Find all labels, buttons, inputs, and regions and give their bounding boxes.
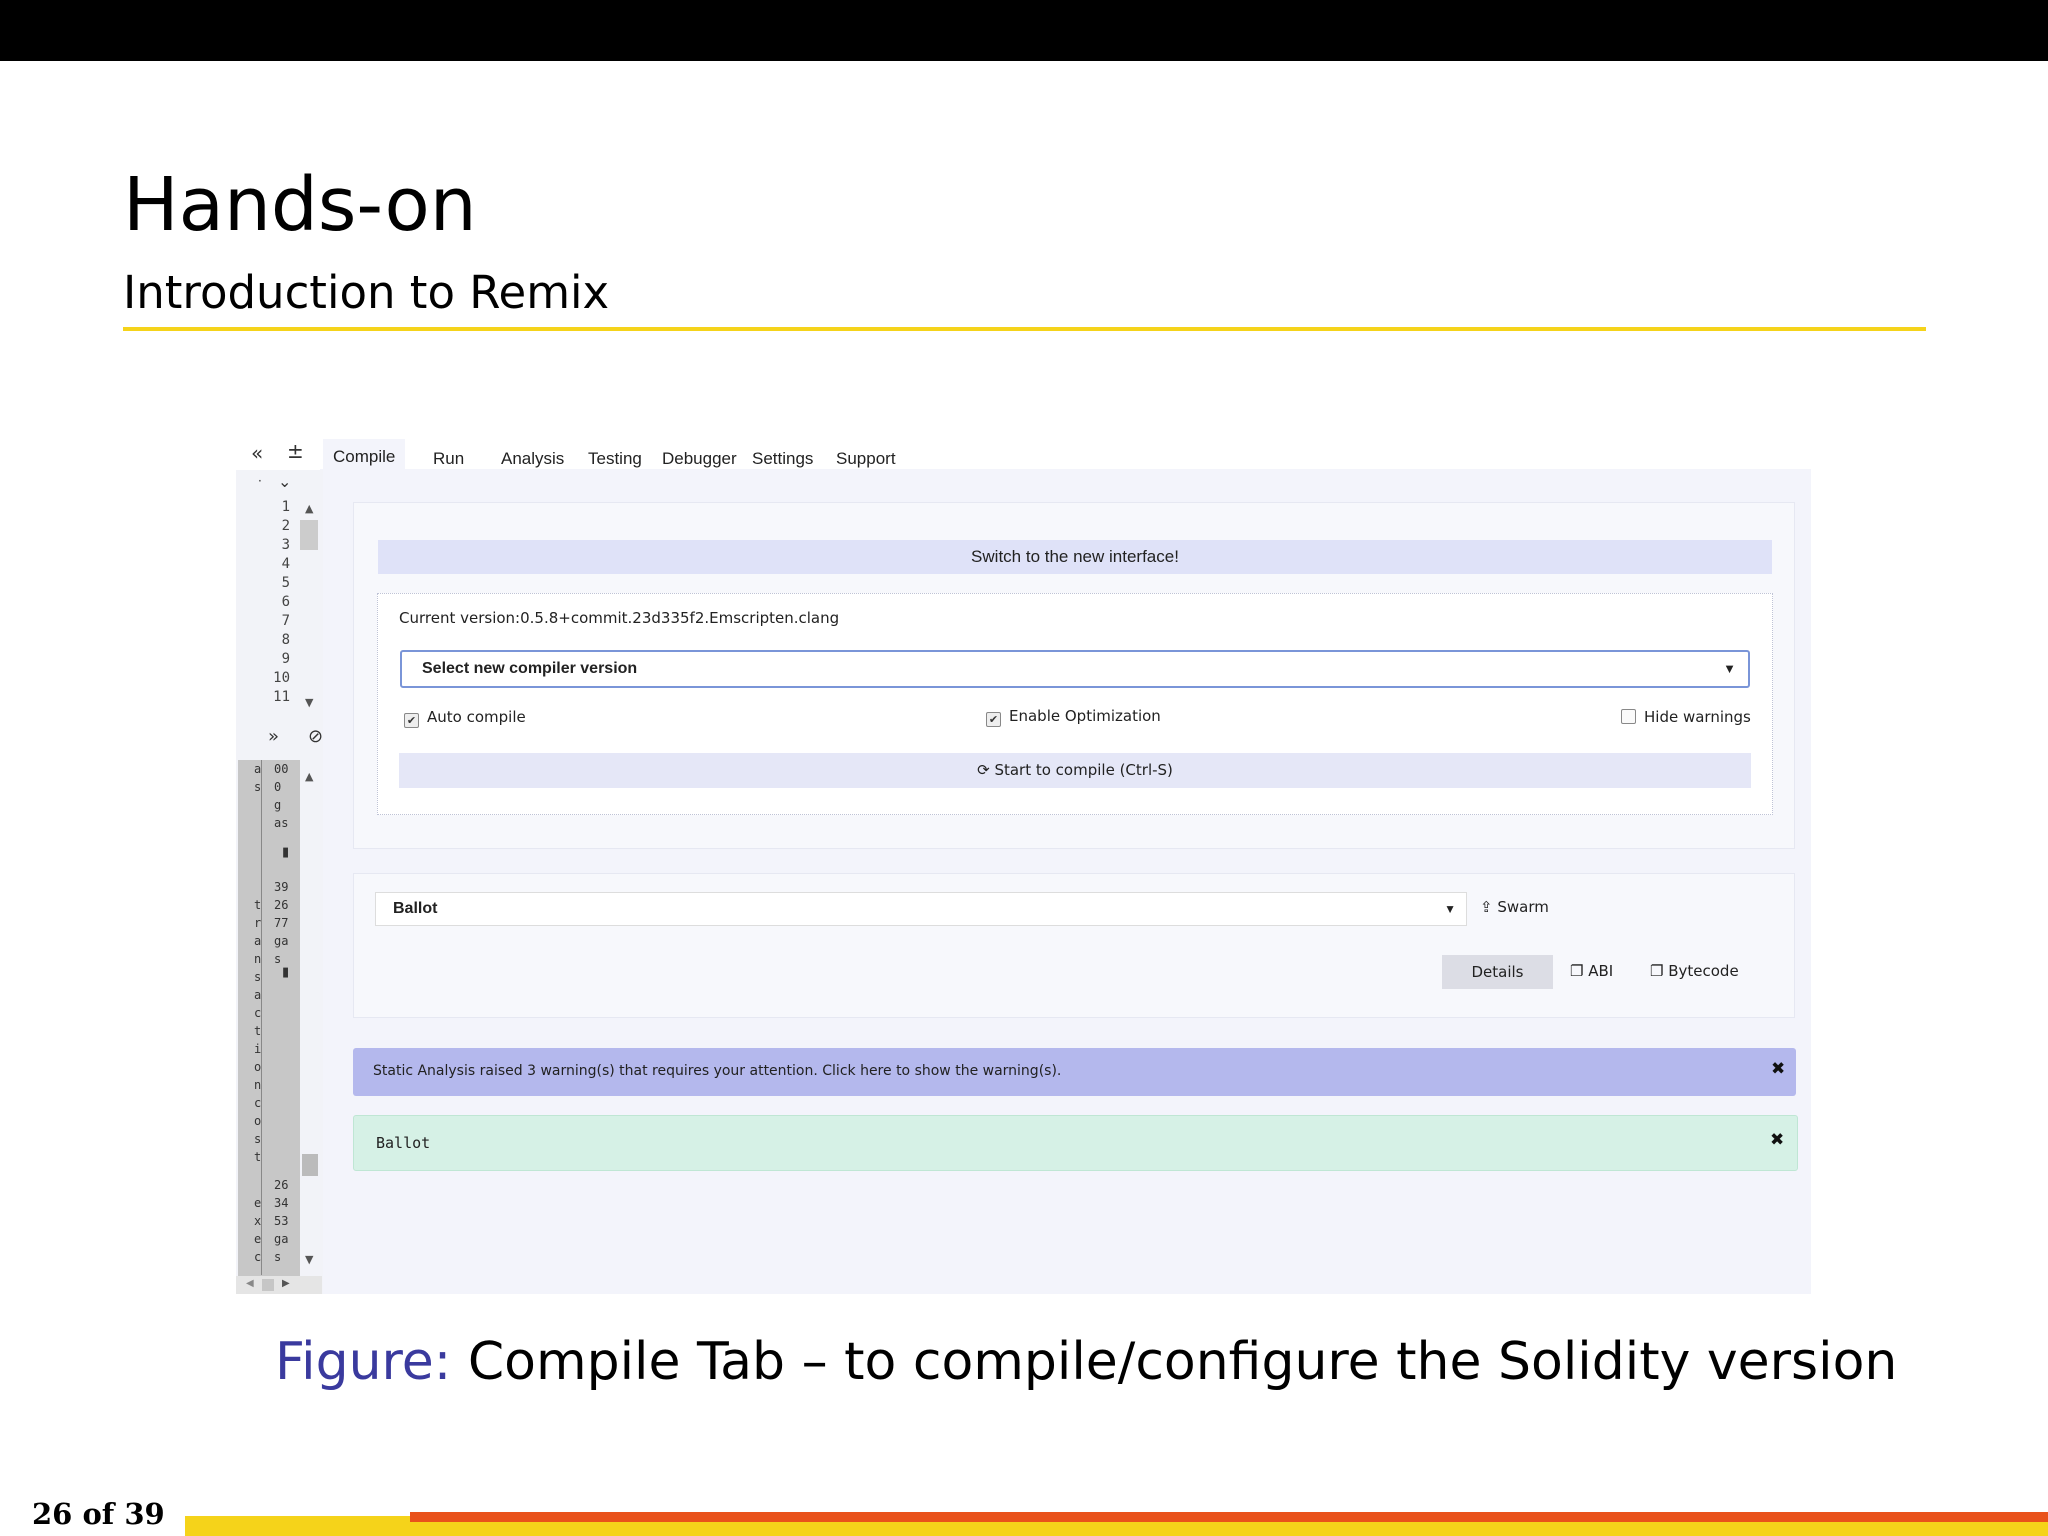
current-version: Current version:0.5.8+commit.23d335f2.Em… bbox=[399, 609, 840, 627]
footer-progress-bar bbox=[410, 1512, 2048, 1522]
editor-scrollbar-thumb[interactable] bbox=[300, 520, 318, 550]
line-number: 5 bbox=[281, 575, 290, 591]
abi-button[interactable]: ❐ ABI bbox=[1570, 962, 1613, 980]
terminal-scrollbar-thumb[interactable] bbox=[302, 1154, 318, 1176]
tab-support[interactable]: Support bbox=[836, 449, 896, 469]
footer-bar bbox=[185, 1520, 2048, 1536]
compiler-version-select-label: Select new compiler version bbox=[422, 660, 638, 677]
enable-optimization-label: Enable Optimization bbox=[1009, 707, 1161, 725]
abi-label: ABI bbox=[1588, 962, 1614, 980]
line-number: 9 bbox=[281, 651, 290, 667]
details-button[interactable]: Details bbox=[1442, 955, 1553, 989]
bytecode-label: Bytecode bbox=[1668, 962, 1739, 980]
scrollbar-thumb[interactable] bbox=[262, 1279, 274, 1291]
compiler-version-select[interactable]: Select new compiler version ▼ bbox=[400, 650, 1750, 688]
switch-interface-button[interactable]: Switch to the new interface! bbox=[378, 540, 1772, 574]
warning-message: Static Analysis raised 3 warning(s) that… bbox=[373, 1063, 1062, 1079]
figure-caption-text: Compile Tab – to compile/configure the S… bbox=[467, 1332, 1898, 1392]
copy-icon: ❐ bbox=[1570, 962, 1589, 980]
checkbox-checked-icon: ✔ bbox=[986, 712, 1001, 727]
figure-label: Figure: bbox=[275, 1332, 452, 1392]
copy-icon[interactable]: ▮ bbox=[282, 845, 289, 860]
terminal-text: 39 26 77 ga s bbox=[274, 880, 289, 966]
terminal-text: as bbox=[254, 762, 262, 794]
terminal-text: 26 34 53 ga s bbox=[274, 1178, 289, 1264]
line-number: 8 bbox=[281, 632, 290, 648]
horizontal-scrollbar[interactable]: ◀ ▶ bbox=[236, 1276, 322, 1294]
dropdown-arrow-icon: ▼ bbox=[1723, 661, 1736, 676]
increase-font-icon[interactable]: ± bbox=[287, 439, 304, 463]
tab-settings[interactable]: Settings bbox=[752, 449, 813, 469]
checkbox-empty-icon bbox=[1621, 709, 1636, 724]
slide-subtitle: Introduction to Remix bbox=[123, 266, 610, 319]
line-number: 6 bbox=[281, 594, 290, 610]
slide-title: Hands-on bbox=[123, 162, 477, 248]
line-number: 11 bbox=[273, 689, 290, 705]
expand-terminal-icon[interactable]: » bbox=[268, 726, 279, 747]
slide-top-bar bbox=[0, 0, 2048, 61]
success-contract-name: Ballot bbox=[376, 1134, 431, 1152]
copy-icon[interactable]: ▮ bbox=[282, 965, 289, 980]
scroll-down-icon[interactable]: ▼ bbox=[305, 696, 313, 709]
scroll-right-icon[interactable]: ▶ bbox=[282, 1278, 290, 1289]
start-compile-label: Start to compile (Ctrl-S) bbox=[994, 761, 1173, 779]
bytecode-button[interactable]: ❐ Bytecode bbox=[1650, 962, 1739, 980]
terminal-text: 00 0 g as bbox=[274, 762, 289, 830]
chevron-down-icon[interactable]: ⌄ bbox=[278, 472, 291, 491]
collapse-left-icon[interactable]: « bbox=[251, 441, 263, 465]
tab-debugger[interactable]: Debugger bbox=[662, 449, 737, 469]
close-icon[interactable]: ✖ bbox=[1770, 1130, 1784, 1150]
static-analysis-warning[interactable]: Static Analysis raised 3 warning(s) that… bbox=[353, 1048, 1796, 1096]
upload-icon: ⇪ bbox=[1480, 898, 1498, 916]
tab-analysis[interactable]: Analysis bbox=[501, 449, 564, 469]
contract-select-value: Ballot bbox=[393, 900, 438, 917]
scroll-up-icon[interactable]: ▲ bbox=[305, 502, 313, 515]
tab-testing[interactable]: Testing bbox=[588, 449, 642, 469]
title-rule bbox=[123, 327, 1926, 331]
swarm-button[interactable]: ⇪ Swarm bbox=[1480, 898, 1549, 916]
copy-icon: ❐ bbox=[1650, 962, 1669, 980]
contract-select[interactable]: Ballot ▼ bbox=[375, 892, 1467, 926]
scroll-down-icon[interactable]: ▼ bbox=[305, 1253, 313, 1266]
terminal-panel bbox=[238, 760, 300, 1277]
close-icon[interactable]: ✖ bbox=[1771, 1059, 1785, 1079]
scroll-up-icon[interactable]: ▲ bbox=[305, 770, 313, 783]
hide-warnings-checkbox[interactable]: Hide warnings bbox=[1621, 708, 1751, 726]
scroll-left-icon[interactable]: ◀ bbox=[246, 1278, 254, 1289]
auto-compile-label: Auto compile bbox=[427, 708, 526, 726]
start-compile-button[interactable]: ⟳ Start to compile (Ctrl-S) bbox=[399, 753, 1751, 788]
hide-warnings-label: Hide warnings bbox=[1644, 708, 1751, 726]
checkbox-checked-icon: ✔ bbox=[404, 713, 419, 728]
dropdown-arrow-icon: ▼ bbox=[1444, 902, 1456, 916]
terminal-text: transactioncost bbox=[254, 898, 262, 1164]
tab-run[interactable]: Run bbox=[433, 449, 464, 469]
line-number: 2 bbox=[281, 518, 290, 534]
enable-optimization-checkbox[interactable]: ✔ Enable Optimization bbox=[986, 707, 1161, 727]
terminal-text: exec bbox=[254, 1196, 262, 1264]
line-number: 4 bbox=[281, 556, 290, 572]
figure-caption: Figure: Compile Tab – to compile/configu… bbox=[275, 1330, 1897, 1394]
line-number: 3 bbox=[281, 537, 290, 553]
auto-compile-checkbox[interactable]: ✔ Auto compile bbox=[404, 708, 526, 728]
dot-icon: · bbox=[258, 474, 262, 488]
line-number: 7 bbox=[281, 613, 290, 629]
footer-progress-start bbox=[185, 1516, 410, 1522]
swarm-label: Swarm bbox=[1497, 898, 1549, 916]
line-number: 10 bbox=[273, 670, 290, 686]
clear-terminal-icon[interactable]: ⊘ bbox=[308, 726, 323, 747]
page-number: 26 of 39 bbox=[32, 1497, 165, 1531]
tab-compile[interactable]: Compile bbox=[323, 439, 406, 477]
line-number: 1 bbox=[281, 499, 290, 515]
refresh-icon: ⟳ bbox=[977, 761, 995, 779]
compile-success-message: Ballot ✖ bbox=[353, 1115, 1798, 1171]
